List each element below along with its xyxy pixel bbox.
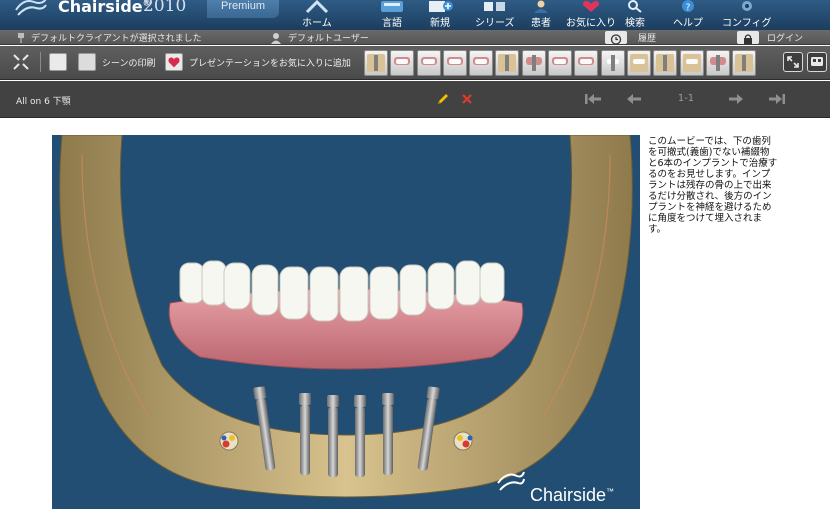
scene-thumbnail[interactable] (390, 50, 415, 76)
nerve-marker-right (453, 431, 473, 451)
scene-title: All on 6 下顎 (16, 97, 71, 107)
nav-language-button[interactable]: 言語 (378, 0, 406, 30)
edit-pencil-icon[interactable] (436, 92, 450, 106)
clock-icon (610, 34, 622, 45)
home-icon (305, 0, 328, 13)
close-icon[interactable] (461, 93, 473, 105)
patient-icon (534, 0, 548, 13)
edition-badge: Premium (207, 0, 279, 18)
search-icon (628, 0, 642, 13)
print-scene-button[interactable]: シーンの印刷 (78, 53, 156, 71)
heart-icon (165, 53, 183, 71)
scene-thumbnail[interactable] (469, 50, 494, 76)
nav-series-button[interactable]: シリーズ (475, 0, 515, 30)
chairside-watermark-icon (497, 471, 525, 491)
scene-thumbnail[interactable] (732, 50, 757, 76)
config-icon (741, 1, 752, 11)
help-icon: ? (682, 0, 694, 13)
status-bar: デフォルトクライアントが選択されました デフォルトユーザー 履歴 ログイン (0, 30, 830, 45)
client-status: デフォルトクライアントが選択されました (17, 31, 202, 44)
expand-icon (787, 56, 799, 68)
player-bar: All on 6 下顎 1-1 (0, 81, 830, 118)
scene-description: このムービーでは、下の歯列を可撤式(義歯)でない補綴物と6本のインプラントで治療… (648, 136, 778, 235)
print-icon (78, 53, 96, 71)
series-icon (483, 2, 505, 11)
lock-icon (744, 34, 752, 44)
nav-home-button[interactable]: ホーム (302, 0, 332, 30)
scene-thumbnail[interactable] (495, 50, 520, 76)
nav-patient-button[interactable]: 患者 (527, 0, 555, 30)
scene-thumbnail[interactable] (548, 50, 573, 76)
scene-thumbnail[interactable] (574, 50, 599, 76)
page-indicator: 1-1 (677, 93, 695, 104)
nav-config-button[interactable]: コンフィグ (722, 0, 772, 30)
expand-button[interactable] (783, 52, 803, 72)
scene-thumbnail[interactable] (364, 50, 388, 76)
login-icon-button[interactable] (737, 31, 759, 44)
new-icon (429, 1, 453, 12)
nav-favorites-button[interactable]: お気に入り (566, 0, 616, 30)
chairside-watermark: Chairside™ (530, 485, 615, 505)
svg-text:?: ? (686, 3, 691, 13)
scene-thumbnail[interactable] (705, 50, 730, 76)
scene-thumbnail[interactable] (521, 50, 546, 76)
scene-thumbnails (364, 50, 758, 76)
login-link[interactable]: ログイン (767, 31, 803, 44)
nav-new-button[interactable]: 新規 (426, 0, 454, 30)
brand: Chairside® 2010 (0, 0, 205, 30)
scene-thumbnail[interactable] (653, 50, 678, 76)
next-page-icon[interactable] (728, 92, 744, 106)
last-page-icon[interactable] (768, 92, 786, 106)
scene-thumbnail[interactable] (442, 50, 467, 76)
nav-help-button[interactable]: ? ヘルプ (673, 0, 703, 30)
scene-viewer[interactable] (52, 135, 640, 509)
scene-thumbnail[interactable] (626, 50, 651, 76)
user-icon (271, 32, 281, 44)
history-icon-button[interactable] (605, 31, 627, 45)
add-favorite-button[interactable]: プレゼンテーションをお気に入りに追加 (165, 53, 351, 71)
scene-toolbar: シーンの印刷 プレゼンテーションをお気に入りに追加 (0, 46, 830, 80)
pin-icon (18, 32, 24, 43)
content-area: Chairside™ このムービーでは、下の歯列を可撤式(義歯)でない補綴物と6… (0, 119, 830, 510)
history-link[interactable]: 履歴 (638, 31, 656, 44)
toolbar-divider (40, 52, 41, 72)
present-icon (811, 57, 823, 66)
language-icon (381, 1, 403, 12)
present-button[interactable] (807, 52, 827, 72)
app-header: Chairside® 2010 Premium ホーム 言語 新規 シリーズ 患… (0, 0, 830, 30)
brand-year: 2010 (143, 0, 187, 16)
first-page-icon[interactable] (584, 92, 602, 106)
scene-thumbnail[interactable] (416, 50, 441, 76)
document-icon (49, 53, 67, 71)
brand-name: Chairside® (58, 0, 151, 16)
nav-search-button[interactable]: 検索 (621, 0, 649, 30)
nerve-marker-left (219, 431, 239, 451)
fullscreen-grid-icon[interactable] (12, 53, 30, 71)
chairside-logo-icon (15, 0, 47, 16)
scene-thumbnail[interactable] (600, 50, 625, 76)
jaw-illustration (59, 135, 633, 498)
previous-page-icon[interactable] (626, 92, 642, 106)
user-status[interactable]: デフォルトユーザー (270, 31, 369, 44)
favorites-icon (583, 0, 599, 13)
scene-info-button[interactable] (49, 53, 73, 71)
scene-thumbnail[interactable] (679, 50, 704, 76)
